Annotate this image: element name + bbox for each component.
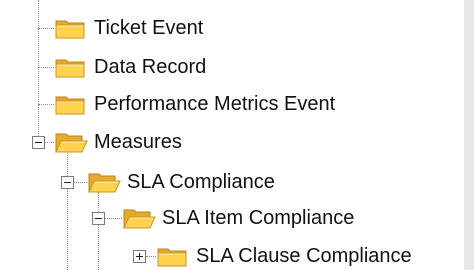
tree-collapse-toggle[interactable] xyxy=(61,176,74,189)
panel-border xyxy=(464,0,474,270)
folder-open-icon xyxy=(87,170,121,194)
folder-open-icon xyxy=(122,206,156,230)
tree-item-data-record[interactable]: Data Record xyxy=(54,49,206,85)
tree-guide-line xyxy=(67,151,68,270)
tree-item-label: Performance Metrics Event xyxy=(94,93,336,115)
folder-closed-icon xyxy=(54,55,88,79)
tree-guide-line xyxy=(38,28,54,29)
tree-item-measures[interactable]: Measures xyxy=(54,124,182,160)
tree-guide-line xyxy=(38,0,39,138)
tree-collapse-toggle[interactable] xyxy=(92,212,105,225)
tree-guide-line xyxy=(45,142,54,143)
folder-closed-icon xyxy=(54,92,88,116)
folder-closed-icon xyxy=(156,244,190,268)
tree-item-label: SLA Item Compliance xyxy=(162,207,355,229)
tree-guide-line xyxy=(104,218,122,219)
tree-collapse-toggle[interactable] xyxy=(32,136,45,149)
tree-item-label: Ticket Event xyxy=(94,17,204,39)
tree-guide-line xyxy=(38,104,54,105)
folder-closed-icon xyxy=(54,16,88,40)
tree-item-label: SLA Compliance xyxy=(127,171,275,193)
tree-item-label: Data Record xyxy=(94,56,207,78)
tree-item-label: SLA Clause Compliance xyxy=(196,245,412,267)
tree-item-label: Measures xyxy=(94,131,182,153)
tree-expand-toggle[interactable] xyxy=(133,250,146,263)
tree-item-performance-metrics-event[interactable]: Performance Metrics Event xyxy=(54,86,335,122)
tree-guide-line xyxy=(98,192,99,270)
tree-item-ticket-event[interactable]: Ticket Event xyxy=(54,10,203,46)
folder-open-icon xyxy=(54,130,88,154)
tree-guide-line xyxy=(146,256,156,257)
tree-item-sla-compliance[interactable]: SLA Compliance xyxy=(87,164,275,200)
tree-item-sla-clause-compliance[interactable]: SLA Clause Compliance xyxy=(156,238,412,270)
tree-item-sla-item-compliance[interactable]: SLA Item Compliance xyxy=(122,200,354,236)
tree-guide-line xyxy=(38,67,54,68)
tree-guide-line xyxy=(73,182,87,183)
tree-panel: Ticket Event Data Record Performance Met… xyxy=(0,0,464,270)
